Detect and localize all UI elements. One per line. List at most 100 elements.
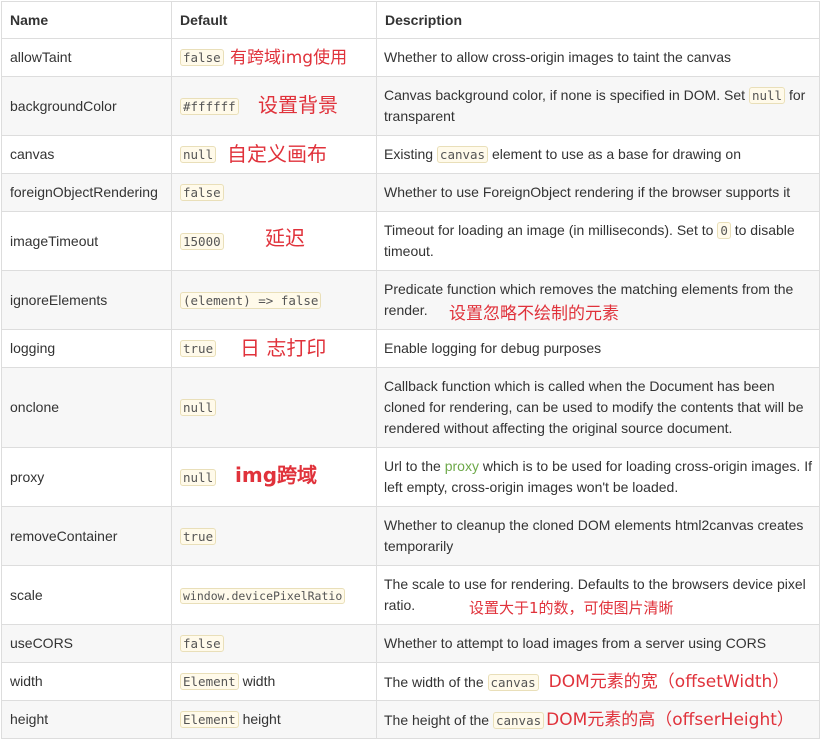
annotation-note: 设置忽略不绘制的元素 [449, 304, 619, 324]
annotation-note: 延迟 [265, 226, 305, 250]
annotation-note: DOM元素的高（offserHeight） [546, 709, 794, 730]
default-code: #ffffff [180, 97, 239, 115]
option-description: Existing canvas element to use as a base… [376, 135, 820, 174]
annotation-note: DOM元素的宽（offsetWidth） [548, 671, 790, 692]
option-default: true [171, 506, 377, 566]
option-default: false [171, 173, 377, 212]
option-default: window.devicePixelRatio [171, 565, 377, 625]
option-name: removeContainer [1, 506, 172, 566]
table-row: imageTimeout 15000 延迟 Timeout for loadin… [1, 211, 820, 271]
default-suffix: width [238, 673, 276, 689]
table-row: allowTaint false 有跨域img使用 Whether to all… [1, 38, 820, 77]
header-row: Name Default Description [1, 1, 820, 39]
default-suffix: height [238, 711, 281, 727]
option-default: null 自定义画布 [171, 135, 377, 174]
option-description: Timeout for loading an image (in millise… [376, 211, 820, 271]
option-default: (element) => false [171, 270, 377, 330]
table-row: backgroundColor #ffffff 设置背景 Canvas back… [1, 76, 820, 136]
table-row: width Element width The width of the can… [1, 662, 820, 701]
option-default: 15000 延迟 [171, 211, 377, 271]
options-table: Name Default Description allowTaint fals… [1, 1, 820, 739]
option-default: Element width [171, 662, 377, 701]
table-row: height Element height The height of the … [1, 700, 820, 739]
option-description: Predicate function which removes the mat… [376, 270, 820, 330]
option-default: false [171, 624, 377, 663]
table-row: scale window.devicePixelRatio The scale … [1, 565, 820, 625]
option-description: Enable logging for debug purposes [376, 329, 820, 368]
table-row: logging true 日 志打印 Enable logging for de… [1, 329, 820, 368]
description-code: 0 [717, 222, 731, 239]
option-name: width [1, 662, 172, 701]
default-code: true [180, 340, 217, 357]
option-default: #ffffff 设置背景 [171, 76, 377, 136]
default-code: window.devicePixelRatio [180, 587, 346, 604]
option-name: logging [1, 329, 172, 368]
default-code: null [180, 146, 217, 163]
option-description: Callback function which is called when t… [376, 367, 820, 448]
default-code: false [180, 635, 224, 652]
default-code: null [180, 468, 217, 486]
description-text: Url to the [384, 458, 445, 474]
default-code: true [180, 527, 217, 545]
option-name: proxy [1, 447, 172, 507]
option-name: height [1, 700, 172, 739]
option-name: backgroundColor [1, 76, 172, 136]
annotation-note: 有跨域img使用 [230, 48, 348, 68]
description-code: canvas [487, 673, 539, 691]
header-description: Description [376, 1, 820, 39]
option-name: foreignObjectRendering [1, 173, 172, 212]
header-default: Default [171, 1, 377, 39]
description-code: null [748, 87, 786, 104]
annotation-note: 设置背景 [258, 93, 338, 117]
table-row: removeContainer true Whether to cleanup … [1, 506, 820, 566]
option-default: Element height [171, 700, 377, 739]
table-row: canvas null 自定义画布 Existing canvas elemen… [1, 135, 820, 174]
option-default: null img跨域 [171, 447, 377, 507]
annotation-note: 日 志打印 [240, 336, 327, 360]
default-code: null [180, 399, 217, 416]
option-description: Whether to cleanup the cloned DOM elemen… [376, 506, 820, 566]
proxy-link[interactable]: proxy [445, 458, 479, 474]
default-code: 15000 [180, 232, 224, 250]
option-name: scale [1, 565, 172, 625]
option-description: The scale to use for rendering. Defaults… [376, 565, 820, 625]
option-name: canvas [1, 135, 172, 174]
default-code: false [180, 49, 224, 66]
option-description: The height of the canvas DOM元素的高（offserHe… [376, 700, 820, 739]
annotation-note: 自定义画布 [227, 142, 327, 166]
default-code: (element) => false [180, 291, 322, 309]
option-description: Whether to use ForeignObject rendering i… [376, 173, 820, 212]
table-row: useCORS false Whether to attempt to load… [1, 624, 820, 663]
description-code: canvas [492, 711, 545, 729]
option-description: Canvas background color, if none is spec… [376, 76, 820, 136]
table-row: proxy null img跨域 Url to the proxy which … [1, 447, 820, 507]
default-code: false [180, 184, 224, 201]
option-name: imageTimeout [1, 211, 172, 271]
option-name: onclone [1, 367, 172, 448]
option-description: Whether to allow cross-origin images to … [376, 38, 820, 77]
annotation-note: img跨域 [235, 463, 318, 487]
table-row: onclone null Callback function which is … [1, 367, 820, 448]
option-default: null [171, 367, 377, 448]
description-code: canvas [436, 146, 489, 163]
description-text: The width of the [384, 673, 488, 690]
option-default: true 日 志打印 [171, 329, 377, 368]
description-text: Canvas background color, if none is spec… [384, 87, 749, 103]
option-default: false 有跨域img使用 [171, 38, 377, 77]
option-description: Whether to attempt to load images from a… [376, 624, 820, 663]
header-name: Name [1, 1, 172, 39]
table-row: ignoreElements (element) => false Predic… [1, 270, 820, 330]
option-name: useCORS [1, 624, 172, 663]
description-text: Timeout for loading an image (in millise… [384, 222, 718, 238]
table-row: foreignObjectRendering false Whether to … [1, 173, 820, 212]
description-text: The height of the [384, 711, 493, 728]
option-description: The width of the canvas DOM元素的宽（offsetWid… [376, 662, 820, 701]
default-code: Element [180, 711, 239, 728]
option-description: Url to the proxy which is to be used for… [376, 447, 820, 507]
option-name: ignoreElements [1, 270, 172, 330]
option-name: allowTaint [1, 38, 172, 77]
default-code: Element [180, 673, 239, 690]
annotation-note: 设置大于1的数，可使图片清晰 [469, 599, 674, 617]
description-text: Existing [384, 146, 437, 162]
description-text: element to use as a base for drawing on [488, 146, 742, 162]
